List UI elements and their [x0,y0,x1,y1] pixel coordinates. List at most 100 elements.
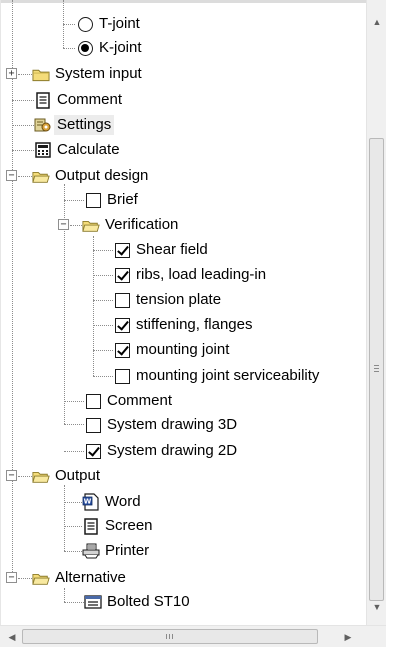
horizontal-scroll-thumb[interactable] [22,629,318,644]
checkbox-icon[interactable] [84,442,102,460]
tree-item-ribs-load[interactable]: ribs, load leading-in [113,264,269,286]
tree-item-printer[interactable]: Printer [82,540,152,562]
tree-item-output-design[interactable]: Output design [32,165,151,187]
folder-icon [82,216,100,234]
tree-line [64,588,65,602]
tree-line [64,526,82,527]
tree-item-bolted-st10[interactable]: Bolted ST10 [84,591,193,613]
tree-item-label: Alternative [55,569,126,586]
scrollbar-corner [386,0,394,647]
tree-line [64,502,82,503]
word-icon: W [82,493,100,511]
tree-item-tension-plate[interactable]: tension plate [113,289,224,311]
checkbox-icon[interactable] [84,191,102,209]
tree-item-comment-top[interactable]: Comment [34,89,125,111]
horizontal-scrollbar[interactable]: ◀ ▶ [0,625,386,647]
tree-item-label: mounting joint serviceability [136,367,320,384]
checkbox-icon[interactable] [84,392,102,410]
tree-line [93,236,94,376]
tree-line [64,451,84,452]
expand-icon[interactable]: + [6,68,17,79]
tree-item-label: System input [55,65,142,82]
svg-text:W: W [84,498,92,506]
form-icon [84,593,102,611]
radio-icon[interactable] [76,39,94,57]
tree-item-system-input[interactable]: System input [32,63,145,85]
tree-item-stiffening[interactable]: stiffening, flanges [113,314,255,336]
scroll-up-icon[interactable]: ▲ [367,12,387,32]
checkbox-icon[interactable] [113,291,131,309]
tree-item-label: System drawing 3D [107,416,238,433]
tree-item-label: Word [105,493,141,510]
tree-item-settings[interactable]: Settings [34,114,115,136]
checkbox-icon[interactable] [113,341,131,359]
tree-item-label: tension plate [136,291,222,308]
tree-line [93,300,113,301]
vertical-scroll-thumb[interactable] [369,138,384,601]
tree-item-output[interactable]: Output [32,465,103,487]
tree-line [18,476,32,477]
folder-icon [32,569,50,587]
tree-item-system-drawing-2d[interactable]: System drawing 2D [84,440,240,462]
grip-line [374,371,379,372]
tree-item-label: T-joint [99,15,140,32]
tree-line [63,48,75,49]
folder-icon [32,65,50,83]
scroll-left-icon[interactable]: ◀ [2,626,22,648]
tree-item-label: Comment [57,91,123,108]
tree-line [12,150,34,151]
document-icon [34,91,52,109]
tree-line [93,350,113,351]
tree-item-label: System drawing 2D [107,442,238,459]
tree-item-brief[interactable]: Brief [84,189,141,211]
tree-line [93,250,113,251]
tree-item-label: Shear field [136,241,208,258]
tree-panel: + − − − − T-joint K-joint System input C… [0,0,394,647]
settings-icon [34,116,52,134]
scroll-right-icon[interactable]: ▶ [338,626,358,648]
vertical-scrollbar[interactable]: ▲ ▼ [366,0,386,625]
tree-item-comment[interactable]: Comment [84,390,175,412]
tree-item-system-drawing-3d[interactable]: System drawing 3D [84,414,240,436]
tree-line [70,225,82,226]
folder-icon [32,167,50,185]
tree-item-alternative[interactable]: Alternative [32,567,129,589]
tree-item-shear-field[interactable]: Shear field [113,239,211,261]
tree-item-word[interactable]: W Word [82,491,144,513]
tree-line [63,24,75,25]
tree-item-label: Settings [54,115,115,135]
radio-icon[interactable] [76,15,94,33]
printer-icon [82,542,100,560]
tree-item-mounting-joint-serviceability[interactable]: mounting joint serviceability [113,365,322,387]
tree-item-mounting-joint[interactable]: mounting joint [113,339,232,361]
tree-line [64,200,84,201]
tree-item-verification[interactable]: Verification [82,214,181,236]
tree-line [12,125,34,126]
scroll-down-icon[interactable]: ▼ [367,597,387,617]
checkbox-icon[interactable] [113,241,131,259]
collapse-icon[interactable]: − [6,170,17,181]
tree-item-calculate[interactable]: Calculate [34,139,123,161]
folder-icon [32,467,50,485]
tree-item-t-joint[interactable]: T-joint [76,13,143,35]
tree-item-screen[interactable]: Screen [82,515,156,537]
tree-item-k-joint[interactable]: K-joint [76,37,145,59]
tree-item-label: Printer [105,542,150,559]
checkbox-icon[interactable] [113,316,131,334]
tree-line [18,578,32,579]
checkbox-icon[interactable] [113,367,131,385]
tree-line [64,602,84,603]
collapse-icon[interactable]: − [58,219,69,230]
checkbox-icon[interactable] [113,266,131,284]
tree-line [12,100,34,101]
tree-view: + − − − − T-joint K-joint System input C… [0,0,366,625]
tree-item-label: ribs, load leading-in [136,266,267,283]
collapse-icon[interactable]: − [6,470,17,481]
collapse-icon[interactable]: − [6,572,17,583]
tree-line [12,0,13,578]
tree-item-label: Verification [105,216,179,233]
document-icon [82,517,100,535]
checkbox-icon[interactable] [84,416,102,434]
tree-item-label: K-joint [99,39,142,56]
grip-line [374,368,379,369]
